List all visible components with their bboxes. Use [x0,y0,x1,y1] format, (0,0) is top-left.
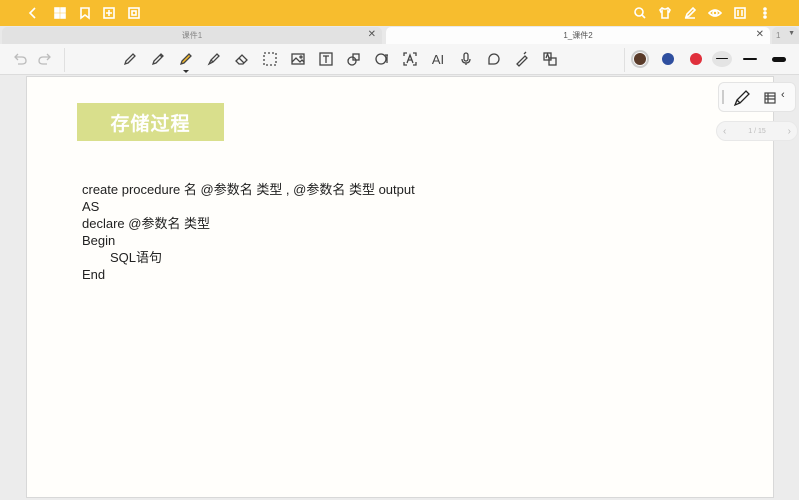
undo-icon[interactable] [11,50,29,68]
close-icon[interactable]: ✕ [368,29,376,40]
stroke-width-thin-selected[interactable] [712,51,732,67]
laser-icon[interactable] [513,50,531,68]
chevron-down-icon[interactable]: ▼ [788,30,795,37]
ocr-icon[interactable] [373,50,391,68]
tab-document-2[interactable]: 1_课件2 ✕ [386,27,770,44]
drawing-toolbar: AI [0,44,799,75]
close-icon[interactable]: ✕ [756,29,764,40]
add-page-icon[interactable] [100,4,118,22]
color-swatch-red[interactable] [690,53,702,65]
shirt-icon[interactable] [656,4,674,22]
image-icon[interactable] [289,50,307,68]
stroke-width-medium[interactable] [743,58,757,60]
note-page[interactable]: 存储过程 create procedure 名 @参数名 类型 , @参数名 类… [26,76,774,498]
code-block: create procedure 名 @参数名 类型 , @参数名 类型 out… [82,181,415,283]
drag-handle[interactable] [722,90,724,104]
bookmark-icon[interactable] [76,4,94,22]
fountain-pen-icon[interactable] [121,50,139,68]
code-line: declare @参数名 类型 [82,216,211,231]
page-indicator: 1 / 15 [748,127,766,135]
next-page-icon[interactable]: › [788,126,791,137]
color-swatch-blue[interactable] [662,53,674,65]
text-recognition-icon[interactable] [401,50,419,68]
lasso-icon[interactable] [261,50,279,68]
prev-page-icon[interactable]: ‹ [723,126,726,137]
pen-edit-icon[interactable] [681,4,699,22]
code-line: Begin [82,233,116,248]
more-icon[interactable] [756,4,774,22]
title-highlight-box: 存储过程 [77,103,224,141]
chevron-left-icon[interactable]: ‹ [781,89,785,101]
stroke-width-thick[interactable] [772,57,786,62]
code-line: create procedure 名 @参数名 类型 , @参数名 类型 out… [82,182,415,197]
ai-icon[interactable]: AI [429,50,447,68]
page-title: 存储过程 [110,112,191,135]
marker-icon[interactable] [205,50,223,68]
pencil-icon[interactable] [149,50,167,68]
page-navigator: ‹ 1 / 15 › [716,121,798,141]
highlighter-icon[interactable] [177,50,195,68]
grid-icon[interactable] [51,4,69,22]
tab-label: 1 [776,31,781,40]
code-line: AS [82,199,100,214]
fountain-pen-icon[interactable] [732,88,754,108]
textbox-icon[interactable] [317,50,335,68]
eye-icon[interactable] [706,4,724,22]
redo-icon[interactable] [36,50,54,68]
back-icon[interactable] [24,4,42,22]
tab-bar: 课件1 ✕ 1_课件2 ✕ 1 ▼ [0,26,799,44]
reader-icon[interactable] [731,4,749,22]
color-swatch-brown[interactable] [631,50,649,68]
active-tool-indicator [183,70,189,73]
sticker-icon[interactable] [485,50,503,68]
code-line: End [82,267,106,282]
divider [624,48,625,72]
translate-icon[interactable] [541,50,559,68]
divider [64,48,65,72]
page-grid-icon[interactable] [764,91,778,105]
tab-label: 1_课件2 [563,31,593,40]
tab-document-1[interactable]: 课件1 ✕ [2,27,382,44]
tab-label: 课件1 [181,31,203,40]
search-icon[interactable] [631,4,649,22]
top-bar [0,0,799,26]
shape-icon[interactable] [345,50,363,68]
tab-document-3[interactable]: 1 ▼ [772,27,799,44]
mic-icon[interactable] [457,50,475,68]
eraser-icon[interactable] [233,50,251,68]
code-line: SQL语句 [110,250,163,265]
crop-icon[interactable] [125,4,143,22]
floating-tool-panel: ‹ [718,82,796,112]
